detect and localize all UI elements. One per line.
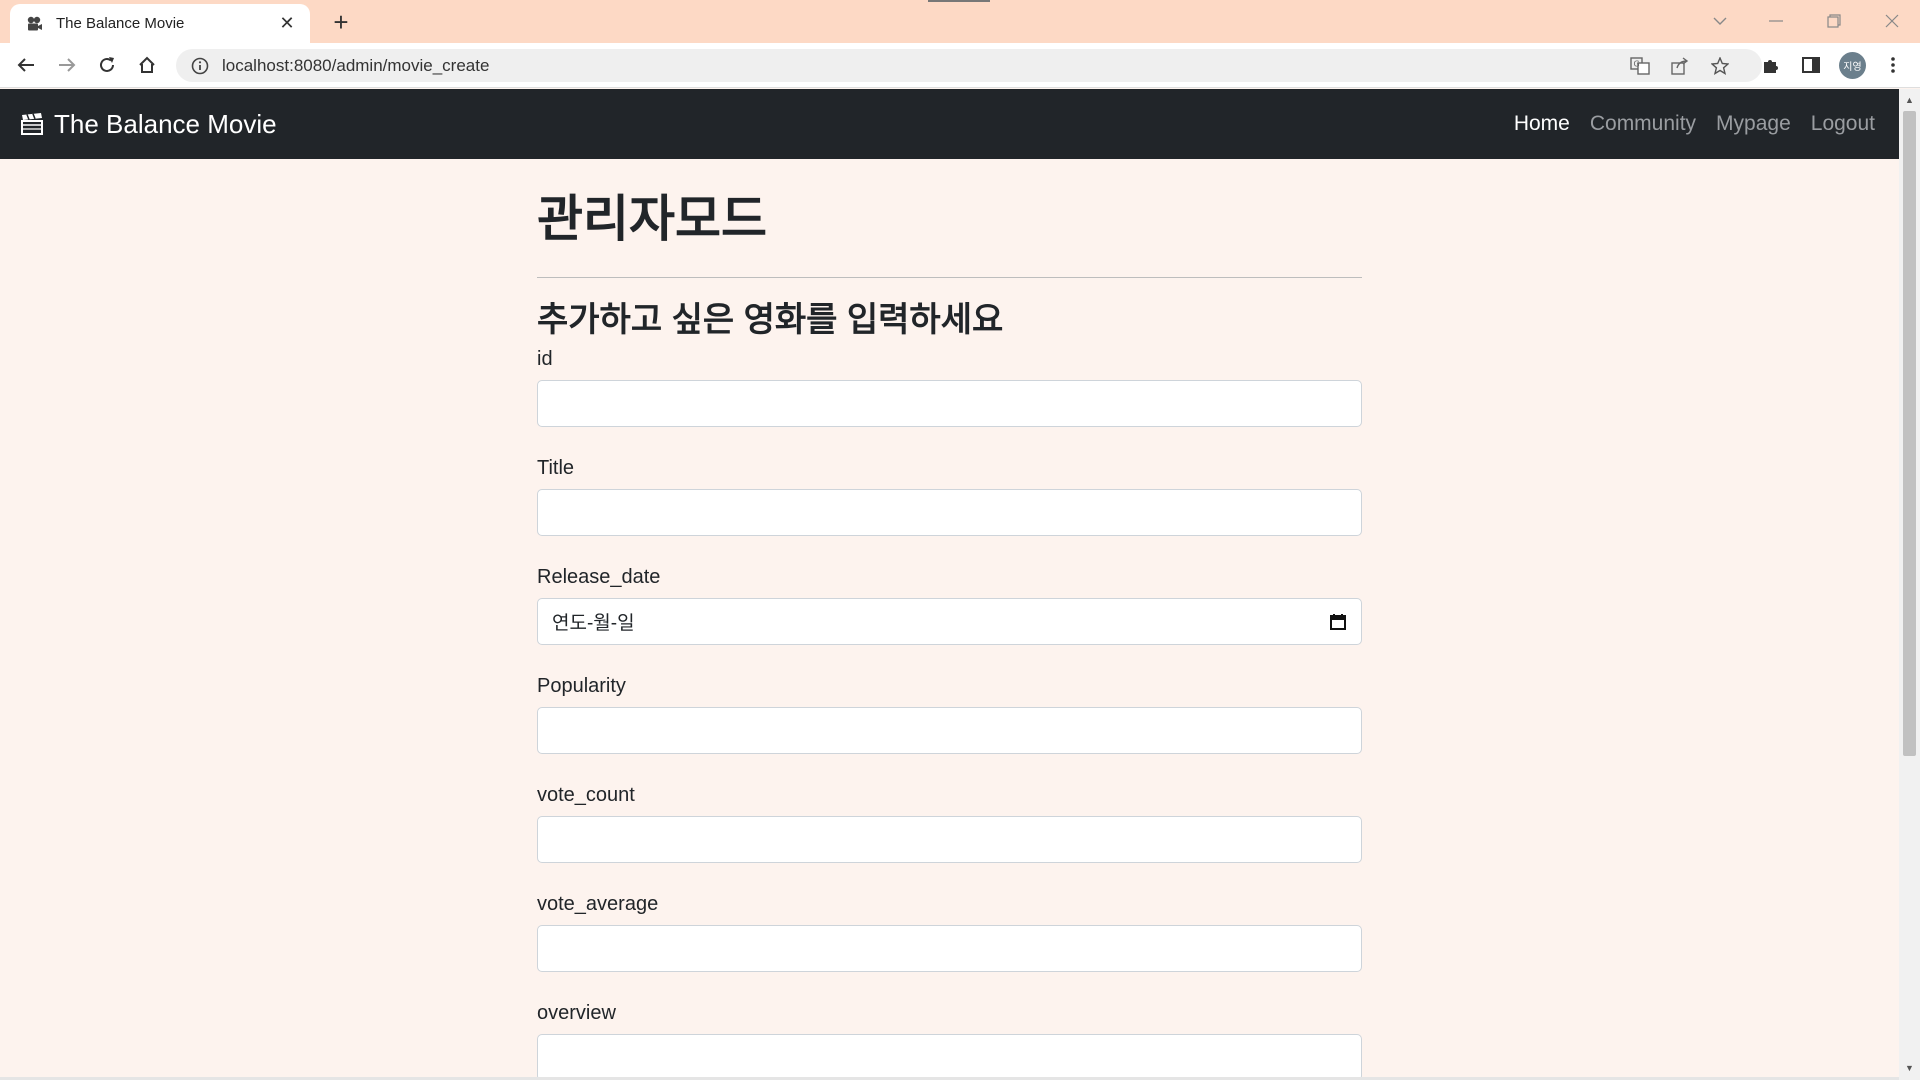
site-info-icon[interactable] <box>190 56 210 76</box>
tab-title: The Balance Movie <box>56 15 185 32</box>
scroll-down-icon[interactable]: ▼ <box>1899 1059 1920 1077</box>
nav-mypage-link[interactable]: Mypage <box>1716 112 1791 136</box>
restore-icon[interactable] <box>1806 4 1862 38</box>
browser-toolbar: localhost:8080/admin/movie_create G 지영 <box>0 43 1920 88</box>
nav-links: Home Community Mypage Logout <box>1514 89 1875 159</box>
field-overview: overview <box>537 1000 1362 1080</box>
browser-tab-strip: The Balance Movie ✕ + <box>0 0 1920 43</box>
reload-icon[interactable] <box>91 49 123 81</box>
field-vote-average: vote_average <box>537 891 1362 972</box>
field-label: Popularity <box>537 675 626 697</box>
calendar-icon[interactable] <box>1329 613 1347 631</box>
url-text: localhost:8080/admin/movie_create <box>222 55 490 75</box>
window-close-icon[interactable] <box>1864 4 1920 38</box>
field-popularity: Popularity <box>537 673 1362 754</box>
field-label: Release_date <box>537 566 661 588</box>
form-subtitle: 추가하고 싶은 영화를 입력하세요 <box>537 301 1004 339</box>
svg-text:G: G <box>1634 59 1640 68</box>
field-label: vote_count <box>537 784 635 806</box>
field-label: id <box>537 348 553 370</box>
new-tab-button[interactable]: + <box>326 7 356 37</box>
popularity-input[interactable] <box>537 707 1362 754</box>
star-bookmark-icon[interactable] <box>1704 49 1736 82</box>
clapperboard-icon <box>20 112 44 136</box>
scroll-up-icon[interactable]: ▲ <box>1899 91 1920 109</box>
close-tab-icon[interactable]: ✕ <box>276 13 298 35</box>
field-label: vote_average <box>537 893 659 915</box>
back-arrow-icon[interactable] <box>10 49 42 81</box>
title-input[interactable] <box>537 489 1362 536</box>
date-placeholder: 연도-월-일 <box>552 613 635 634</box>
extensions-puzzle-icon[interactable] <box>1755 49 1787 81</box>
page-scrollbar[interactable]: ▲ ▼ <box>1899 89 1920 1080</box>
menu-kebab-icon[interactable] <box>1877 49 1909 81</box>
scrollbar-thumb[interactable] <box>1903 111 1916 756</box>
share-icon[interactable] <box>1664 49 1696 82</box>
browser-tab[interactable]: The Balance Movie ✕ <box>10 4 310 43</box>
release-date-input[interactable]: 연도-월-일 <box>537 598 1362 645</box>
id-input[interactable] <box>537 380 1362 427</box>
film-camera-icon <box>26 15 44 33</box>
vote-count-input[interactable] <box>537 816 1362 863</box>
translate-icon[interactable]: G <box>1624 49 1656 82</box>
field-label: overview <box>537 1002 616 1024</box>
brand-link[interactable]: The Balance Movie <box>20 89 277 159</box>
chevron-down-icon[interactable] <box>1692 4 1748 38</box>
field-release-date: Release_date 연도-월-일 <box>537 564 1362 645</box>
field-title: Title <box>537 455 1362 536</box>
field-id: id <box>537 346 1362 427</box>
profile-avatar[interactable]: 지영 <box>1839 52 1866 79</box>
field-vote-count: vote_count <box>537 782 1362 863</box>
forward-arrow-icon[interactable] <box>51 49 83 81</box>
nav-community-link[interactable]: Community <box>1590 112 1696 136</box>
home-icon[interactable] <box>131 49 163 81</box>
field-label: Title <box>537 457 575 479</box>
minimize-icon[interactable] <box>1748 4 1804 38</box>
tab-strip-indicator <box>928 0 990 2</box>
brand-title: The Balance Movie <box>54 108 277 139</box>
nav-logout-link[interactable]: Logout <box>1811 112 1875 136</box>
vote-average-input[interactable] <box>537 925 1362 972</box>
address-bar[interactable]: localhost:8080/admin/movie_create G <box>176 49 1762 82</box>
site-navbar: The Balance Movie Home Community Mypage … <box>0 89 1899 159</box>
nav-home-link[interactable]: Home <box>1514 112 1570 136</box>
admin-form-container: 관리자모드 추가하고 싶은 영화를 입력하세요 id Title Release… <box>537 159 1362 1080</box>
overview-input[interactable] <box>537 1034 1362 1080</box>
side-panel-icon[interactable] <box>1795 49 1827 81</box>
title-divider <box>537 277 1362 278</box>
page-title: 관리자모드 <box>537 191 767 247</box>
